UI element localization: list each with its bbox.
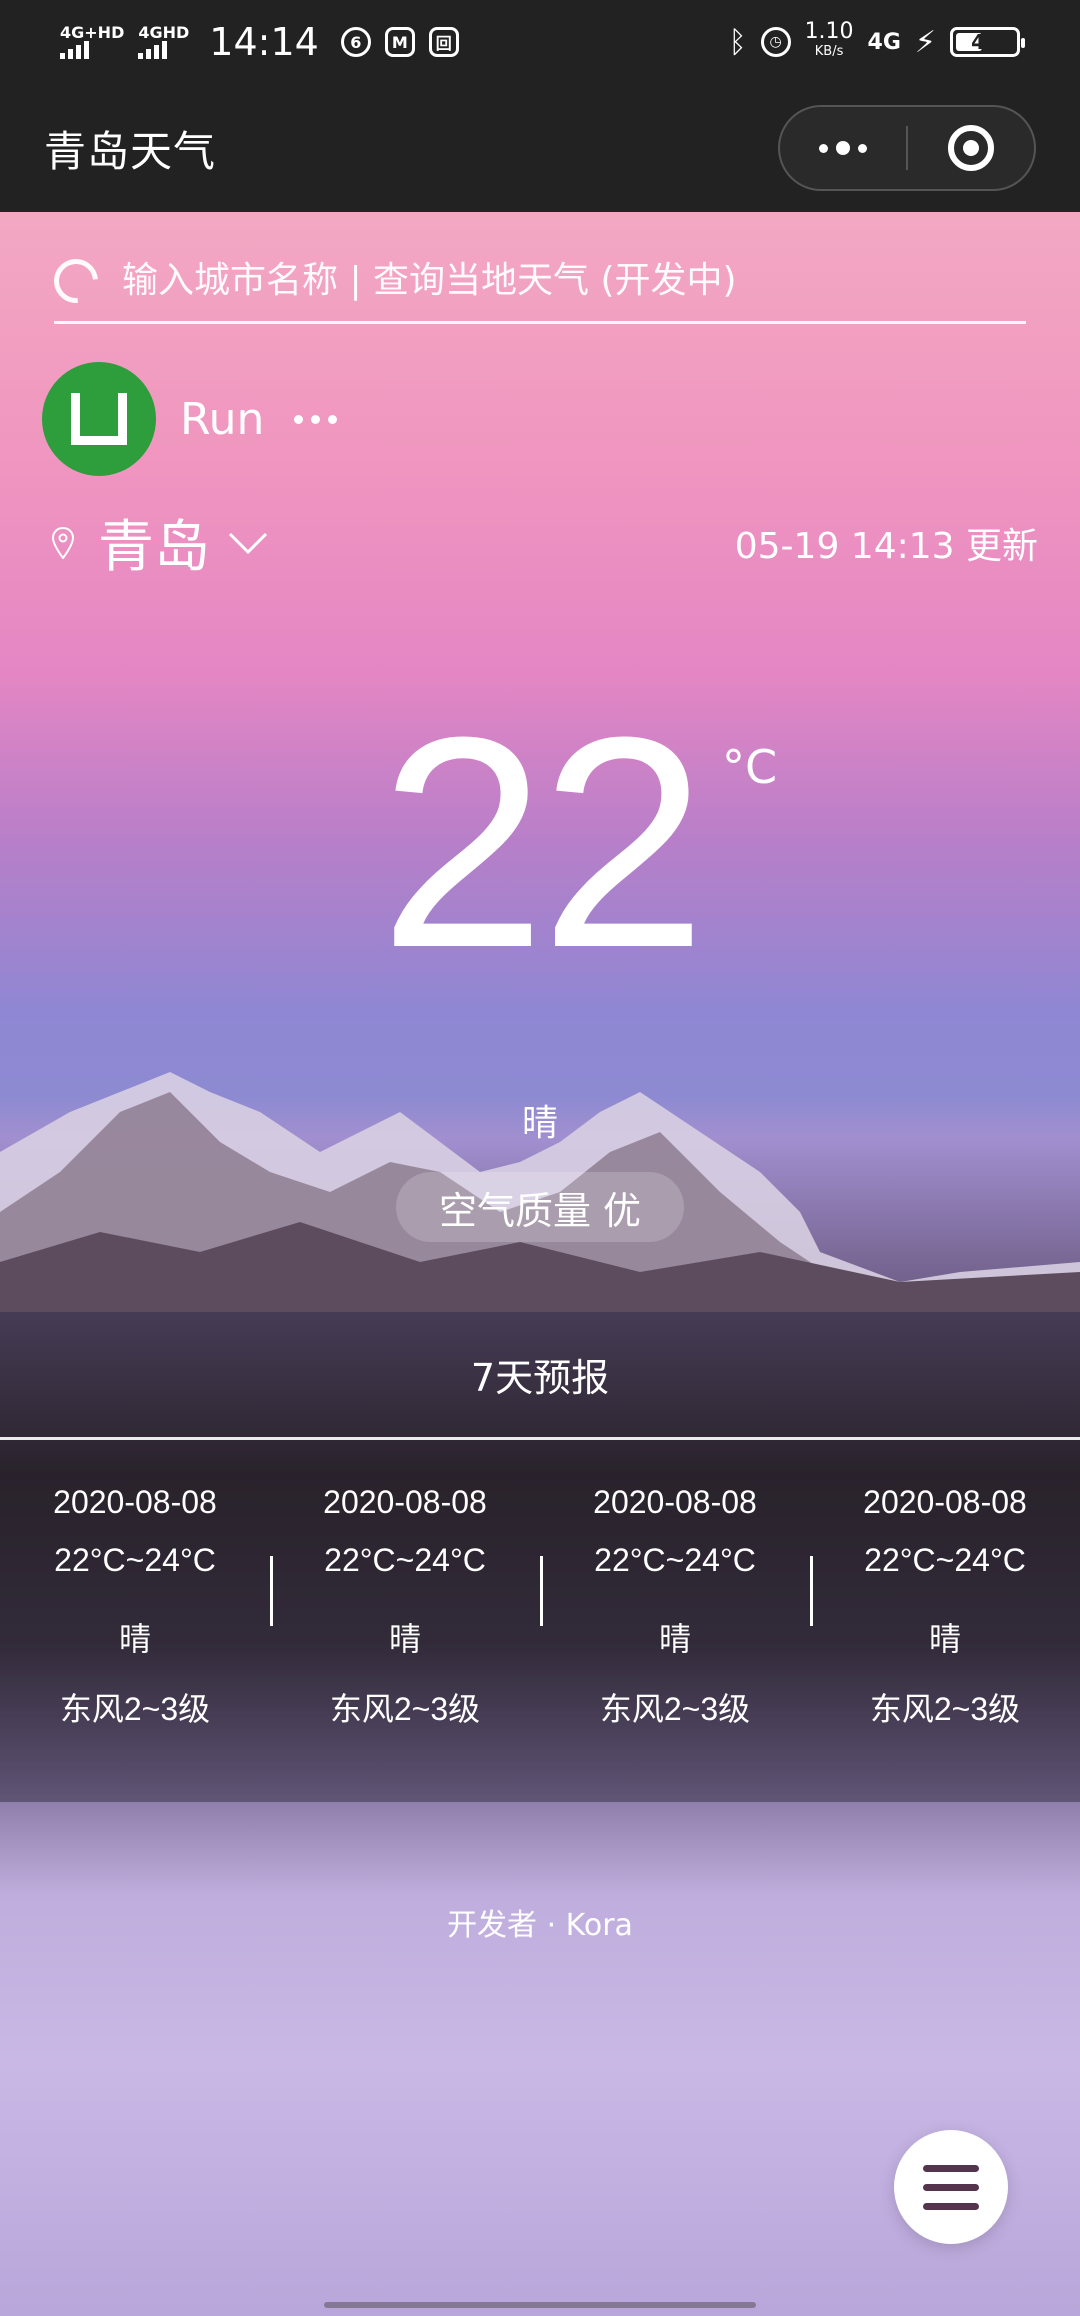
forecast-range: 22°C~24°C: [54, 1542, 216, 1578]
forecast-date: 2020-08-08: [863, 1484, 1027, 1520]
search-icon: [45, 249, 107, 312]
forecast-wind: 东风2~3级: [329, 1691, 481, 1727]
forecast-day: 2020-08-08 22°C~24°C 晴 东风2~3级: [540, 1484, 810, 1734]
sim-card-icon: 回: [428, 27, 459, 57]
user-more-icon[interactable]: [294, 414, 338, 424]
signal-icon: 4G+HD: [60, 25, 124, 59]
music-app-icon: M: [384, 27, 415, 57]
forecast-desc: 晴: [118, 1621, 151, 1657]
more-button[interactable]: [780, 107, 906, 189]
chevron-down-icon[interactable]: [228, 531, 268, 555]
bluetooth-icon: ᛒ: [728, 24, 747, 60]
status-bar: 4G+HD 4GHD 14:14 6 M 回 ᛒ ◷ 1.10 KB/s 4G …: [0, 0, 1080, 84]
more-icon: [819, 141, 867, 155]
forecast-desc: 晴: [658, 1621, 691, 1657]
home-indicator[interactable]: [324, 2302, 756, 2308]
user-name: Run: [180, 393, 265, 445]
forecast-date: 2020-08-08: [53, 1484, 217, 1520]
forecast-range: 22°C~24°C: [324, 1542, 486, 1578]
network-speed: 1.10 KB/s: [804, 19, 854, 60]
app-notification-icon: 6: [340, 27, 371, 57]
forecast-date: 2020-08-08: [323, 1484, 487, 1520]
menu-icon: [923, 2164, 979, 2172]
forecast-panel: 7天预报 2020-08-08 22°C~24°C 晴 东风2~3级 2020-…: [0, 1312, 1080, 1802]
target-icon: [948, 125, 994, 171]
forecast-day: 2020-08-08 22°C~24°C 晴 东风2~3级: [0, 1484, 270, 1734]
weather-main: Run 青岛 05-19 14:13 更新 22 °C 晴 空气质量 优 7天预…: [0, 212, 1080, 2316]
location-pin-icon: [52, 526, 74, 559]
user-row: Run: [42, 362, 338, 476]
forecast-desc: 晴: [928, 1621, 961, 1657]
city-search-input[interactable]: [122, 260, 1026, 301]
battery-icon: 43: [950, 27, 1025, 57]
developer-credit: 开发者 · Kora: [447, 1908, 633, 1943]
app-logo-icon: [71, 393, 127, 445]
page-title: 青岛天气: [44, 126, 217, 176]
network-type: 4G: [867, 29, 901, 55]
forecast-range: 22°C~24°C: [864, 1542, 1026, 1578]
nav-bar: 青岛天气: [0, 84, 1080, 212]
city-selector[interactable]: 青岛: [98, 502, 210, 583]
forecast-list: 2020-08-08 22°C~24°C 晴 东风2~3级 2020-08-08…: [0, 1440, 1080, 1734]
miniprogram-capsule: [778, 105, 1036, 191]
battery-level: 43: [971, 30, 999, 54]
search-bar: [45, 240, 1026, 324]
close-miniprogram-button[interactable]: [908, 107, 1034, 189]
temperature-unit: °C: [722, 740, 778, 794]
avatar[interactable]: [42, 362, 156, 476]
location-row: 青岛 05-19 14:13 更新: [52, 502, 1038, 583]
current-temperature: 22 °C: [0, 692, 1080, 992]
air-quality-badge: 空气质量 优: [396, 1172, 684, 1242]
forecast-date: 2020-08-08: [593, 1484, 757, 1520]
status-time: 14:14: [209, 20, 319, 64]
forecast-range: 22°C~24°C: [594, 1542, 756, 1578]
forecast-wind: 东风2~3级: [599, 1691, 751, 1727]
forecast-day: 2020-08-08 22°C~24°C 晴 东风2~3级: [810, 1484, 1080, 1734]
temperature-value: 22: [379, 674, 707, 1010]
signal-icon-2: 4GHD: [138, 25, 189, 59]
forecast-wind: 东风2~3级: [59, 1691, 211, 1727]
forecast-wind: 东风2~3级: [869, 1691, 1021, 1727]
charging-icon: ⚡: [914, 24, 936, 60]
menu-button[interactable]: [894, 2130, 1008, 2244]
weather-description: 晴: [521, 1103, 558, 1144]
alarm-icon: ◷: [760, 27, 791, 57]
forecast-title: 7天预报: [0, 1312, 1080, 1440]
update-time: 05-19 14:13 更新: [734, 525, 1038, 567]
forecast-day: 2020-08-08 22°C~24°C 晴 东风2~3级: [270, 1484, 540, 1734]
forecast-desc: 晴: [388, 1621, 421, 1657]
